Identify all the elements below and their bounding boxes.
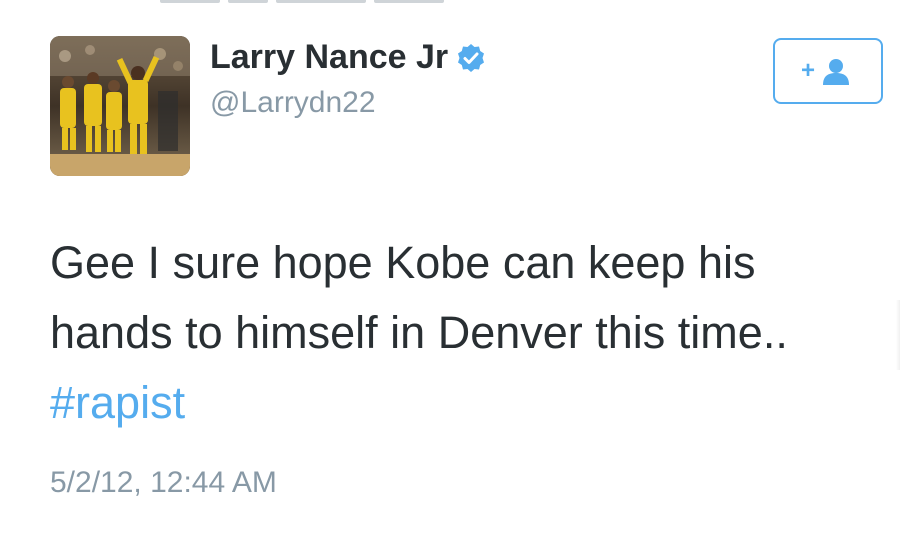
avatar-photo: [50, 36, 190, 176]
display-name-text[interactable]: Larry Nance Jr: [210, 38, 448, 77]
user-handle[interactable]: @Larrydn22: [210, 86, 376, 120]
follow-button[interactable]: +: [773, 38, 883, 104]
hashtag-link[interactable]: #rapist: [50, 377, 185, 428]
display-name[interactable]: Larry Nance Jr: [210, 38, 486, 77]
edge-shadow: [896, 300, 900, 370]
verified-badge-icon: [456, 43, 486, 73]
tweet-text: Gee I sure hope Kobe can keep his hands …: [50, 228, 890, 438]
plus-symbol: +: [801, 57, 815, 84]
add-user-icon: +: [801, 57, 849, 85]
tweet-card: Larry Nance Jr @Larrydn22 + Gee I sure h…: [0, 0, 900, 553]
tweet-body: Gee I sure hope Kobe can keep his hands …: [50, 237, 788, 358]
avatar[interactable]: [50, 36, 190, 176]
previous-tweet-fragment: [160, 0, 490, 4]
tweet-timestamp[interactable]: 5/2/12, 12:44 AM: [50, 466, 277, 500]
